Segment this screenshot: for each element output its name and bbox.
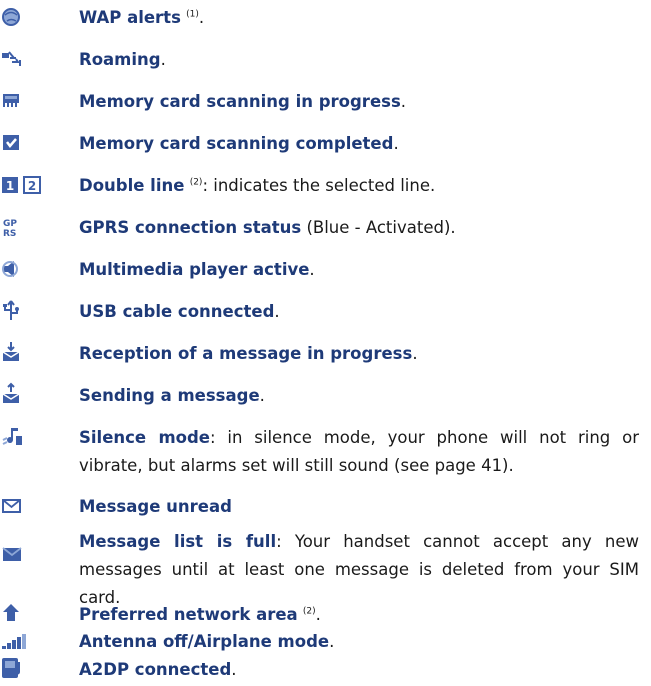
a2dp-icon: [0, 656, 28, 682]
svg-text:1: 1: [6, 179, 14, 193]
item-desc: .: [400, 92, 407, 111]
svg-text:GP: GP: [3, 219, 17, 229]
item-title: Memory card scanning completed: [79, 134, 394, 153]
item-title: Reception of a message in progress: [79, 344, 413, 363]
svg-text:2: 2: [28, 179, 36, 193]
item-title: WAP alerts: [79, 8, 181, 27]
item-title: Sending a message: [79, 386, 260, 405]
antenna-off-icon: [0, 628, 28, 654]
envelope-filled-icon: [0, 542, 28, 568]
item-desc: .: [315, 605, 321, 624]
item-desc: : indicates the selected line.: [202, 176, 436, 195]
item-title: Antenna off/Airplane mode: [79, 632, 330, 651]
item-desc: .: [309, 260, 315, 279]
item-desc: .: [274, 302, 280, 321]
inbox-receive-icon: [0, 340, 28, 366]
footnote-ref: (2): [189, 177, 203, 188]
item-title: Multimedia player active: [79, 260, 310, 279]
item-title: Roaming: [79, 50, 161, 69]
item-title: A2DP connected: [79, 660, 232, 679]
memory-card-scan-icon: [0, 88, 28, 114]
silence-icon: [0, 424, 28, 450]
item-desc: .: [393, 134, 399, 153]
item-desc: .: [231, 660, 237, 679]
usb-icon: [0, 298, 28, 324]
item-title: USB cable connected: [79, 302, 275, 321]
footnote-ref: (2): [302, 606, 316, 617]
item-title: Double line: [79, 176, 185, 195]
gprs-icon: GP RS: [0, 214, 28, 240]
speaker-icon: [0, 256, 28, 282]
item-desc: .: [412, 344, 418, 363]
item-desc: (Blue - Activated).: [301, 218, 456, 237]
svg-text:RS: RS: [3, 229, 16, 239]
item-title: Message unread: [79, 497, 232, 516]
globe-icon: [0, 4, 28, 30]
item-desc: .: [259, 386, 265, 405]
item-desc: .: [160, 50, 166, 69]
item-title: Message list is full: [79, 532, 277, 551]
envelope-outline-icon: [0, 493, 28, 519]
double-line-icon: 12: [0, 172, 50, 198]
item-title: Memory card scanning in progress: [79, 92, 401, 111]
item-title: GPRS connection status: [79, 218, 302, 237]
item-title: Preferred network area: [79, 605, 298, 624]
item-desc: .: [329, 632, 335, 651]
item-title: Silence mode: [79, 428, 210, 447]
home-network-icon: [0, 601, 28, 627]
footnote-ref: (1): [186, 9, 199, 20]
memory-card-done-icon: [0, 130, 28, 156]
inbox-send-icon: [0, 382, 28, 408]
roaming-icon: [0, 46, 28, 72]
item-desc: .: [198, 8, 205, 27]
